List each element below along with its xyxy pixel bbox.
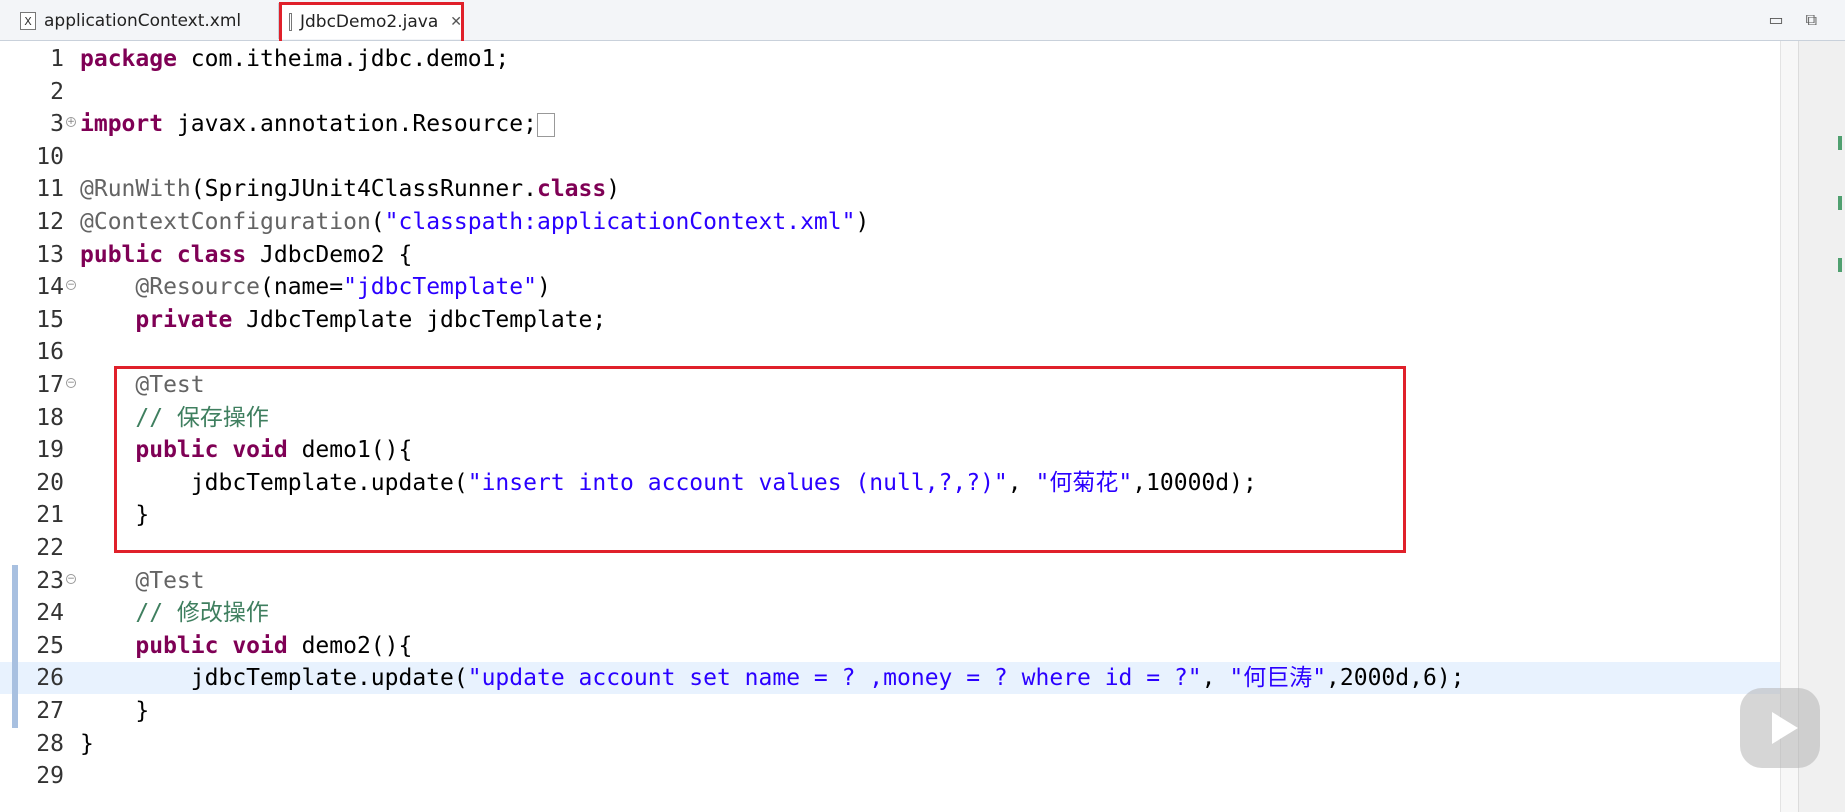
code-line[interactable]: 27 }: [0, 695, 1780, 728]
code-line[interactable]: 23− @Test: [0, 564, 1780, 598]
code-line[interactable]: 28}: [0, 728, 1780, 760]
line-number: 16: [36, 339, 64, 366]
play-icon[interactable]: [1740, 688, 1820, 768]
code-text: public void demo2(){: [135, 632, 413, 659]
collapse-fold-icon[interactable]: −: [66, 378, 76, 388]
line-number: 19: [36, 437, 64, 464]
window-buttons: ▭ ⧉: [1768, 10, 1817, 30]
line-number: 28: [36, 730, 64, 757]
code-line[interactable]: 1 package com.itheima.jdbc.demo1;: [0, 43, 1780, 75]
line-number: 1: [50, 46, 64, 72]
line-number: 22: [36, 535, 64, 561]
code-text: }: [80, 502, 150, 529]
line-number: 12: [36, 209, 64, 235]
code-line[interactable]: 12 @ContextConfiguration("classpath:appli…: [0, 206, 1780, 238]
expand-fold-icon[interactable]: +: [66, 117, 76, 128]
code-line[interactable]: 13 public class JdbcDemo2 {: [0, 239, 1780, 271]
code-line[interactable]: 16: [0, 336, 1780, 368]
xml-file-icon: X: [20, 12, 36, 30]
tab-application-context-xml[interactable]: X applicationContext.xml: [20, 4, 275, 38]
collapse-fold-icon[interactable]: −: [66, 280, 76, 291]
line-number: 27: [36, 698, 64, 724]
code-line[interactable]: 15 private JdbcTemplate jdbcTemplate;: [0, 304, 1780, 336]
code-text: jdbcTemplate.update("insert into account…: [80, 469, 1257, 496]
code-line[interactable]: 11 @RunWith(SpringJUnit4ClassRunner.class…: [0, 173, 1780, 205]
code-text: @Test: [135, 567, 205, 594]
tab-jdbcdemo2-java[interactable]: JdbcDemo2.java ✕: [278, 3, 463, 39]
code-text: private JdbcTemplate jdbcTemplate;: [135, 306, 607, 333]
collapse-fold-icon[interactable]: −: [66, 573, 76, 584]
code-text: @Test: [135, 372, 205, 398]
java-file-icon: [289, 12, 292, 31]
line-number: 13: [36, 241, 64, 268]
code-line[interactable]: 17− @Test: [0, 369, 1780, 401]
code-text: public void demo1(){: [135, 437, 413, 464]
overview-marker: [1838, 196, 1842, 210]
overview-marker: [1838, 258, 1842, 272]
code-text: @ContextConfiguration("classpath:applica…: [80, 209, 870, 235]
code-line[interactable]: 10: [0, 141, 1780, 173]
line-number: 25: [36, 632, 64, 659]
code-text: @Resource(name="jdbcTemplate"): [135, 274, 551, 301]
code-line[interactable]: 26 jdbcTemplate.update("update account s…: [0, 662, 1780, 696]
code-text: }: [80, 730, 94, 757]
code-text: package com.itheima.jdbc.demo1;: [80, 46, 510, 72]
code-line[interactable]: 14− @Resource(name="jdbcTemplate"): [0, 271, 1780, 303]
maximize-icon[interactable]: ⧉: [1806, 10, 1817, 30]
line-number: 10: [36, 143, 64, 170]
code-text: // 修改操作: [135, 600, 269, 627]
code-line[interactable]: 21 }: [0, 499, 1780, 531]
code-line[interactable]: 25 public void demo2(){: [0, 629, 1780, 663]
editor-tab-bar: X applicationContext.xml JdbcDemo2.java …: [0, 0, 1845, 44]
code-line[interactable]: 18 // 保存操作: [0, 402, 1780, 434]
code-text: public class JdbcDemo2 {: [80, 241, 413, 268]
code-line[interactable]: 29: [0, 760, 1780, 792]
overview-marker: [1838, 136, 1842, 150]
tab-label: JdbcDemo2.java: [299, 11, 439, 32]
code-text: jdbcTemplate.update("update account set …: [80, 665, 1465, 692]
line-number: 23: [36, 567, 64, 594]
line-number: 2: [50, 78, 64, 105]
code-text: @RunWith(SpringJUnit4ClassRunner.class): [80, 176, 621, 203]
line-number: 24: [36, 600, 64, 627]
code-line[interactable]: 19 public void demo1(){: [0, 434, 1780, 466]
code-line[interactable]: 3 + import javax.annotation.Resource;: [0, 108, 1780, 140]
close-icon[interactable]: ✕: [450, 14, 462, 30]
tab-label: applicationContext.xml: [44, 11, 242, 31]
code-line[interactable]: 22: [0, 532, 1780, 564]
minimize-icon[interactable]: ▭: [1768, 10, 1783, 30]
code-text: import javax.annotation.Resource;: [80, 108, 555, 140]
code-text: // 保存操作: [135, 404, 269, 431]
code-text: }: [80, 698, 150, 724]
code-line[interactable]: 2: [0, 76, 1780, 108]
code-line[interactable]: 24 // 修改操作: [0, 597, 1780, 631]
code-line[interactable]: 20 jdbcTemplate.update("insert into acco…: [0, 467, 1780, 499]
line-number: 17: [36, 372, 64, 398]
line-number: 20: [36, 469, 64, 496]
line-number: 3: [50, 111, 64, 138]
code-editor[interactable]: 1 package com.itheima.jdbc.demo1; 2 3 + impor…: [0, 41, 1780, 812]
line-number: 11: [36, 176, 64, 203]
line-number: 26: [36, 665, 64, 692]
line-number: 29: [36, 763, 64, 790]
line-number: 18: [36, 404, 64, 431]
line-number: 14: [36, 274, 64, 301]
line-number: 15: [36, 306, 64, 333]
line-number: 21: [36, 502, 64, 529]
